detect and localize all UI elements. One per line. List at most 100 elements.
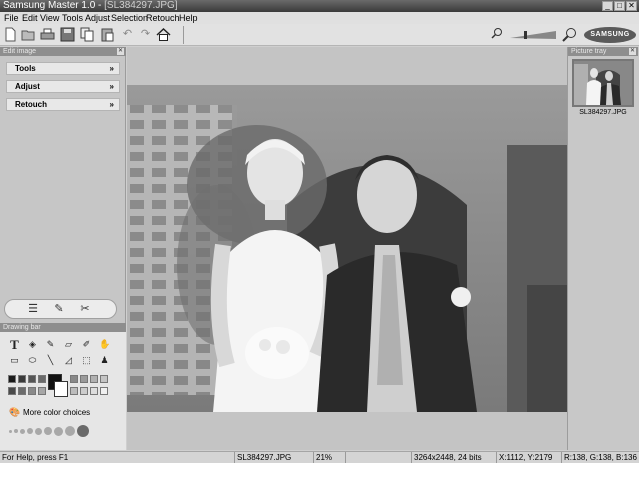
color-swatch[interactable] xyxy=(70,387,78,395)
brush-size-dot[interactable] xyxy=(54,426,63,436)
picture-tray-header: Picture tray ✕ xyxy=(568,47,638,56)
color-swatch[interactable] xyxy=(18,387,26,395)
color-swatch[interactable] xyxy=(8,375,16,383)
menu-view[interactable]: View xyxy=(40,12,59,24)
brush-size-dot[interactable] xyxy=(14,429,18,433)
color-swatch[interactable] xyxy=(100,375,108,383)
brush-size-dot[interactable] xyxy=(20,428,25,434)
left-panel: Edit image ✕ Tools » Adjust » Retouch » … xyxy=(0,47,126,450)
color-swatch[interactable] xyxy=(70,375,78,383)
menu-adjust[interactable]: Adjust xyxy=(85,12,110,24)
close-button[interactable]: ✕ xyxy=(626,1,637,11)
chevron-down-icon: » xyxy=(109,100,114,109)
maximize-button[interactable]: □ xyxy=(614,1,625,11)
save-icon[interactable] xyxy=(60,27,75,42)
color-swatch[interactable] xyxy=(90,387,98,395)
status-filename: SL384297.JPG xyxy=(234,452,312,463)
palette-icon: 🎨 xyxy=(9,407,21,417)
bottom-area xyxy=(0,463,639,478)
close-panel-icon[interactable]: ✕ xyxy=(629,48,636,55)
brush-tool-icon[interactable]: ✎ xyxy=(45,339,56,350)
brush-size-dot[interactable] xyxy=(27,428,33,434)
color-swatch[interactable] xyxy=(38,387,46,395)
pencil-tool-icon[interactable]: ✐ xyxy=(81,339,92,350)
zoom-out-icon[interactable] xyxy=(489,27,504,42)
fill-tool-icon[interactable]: ◈ xyxy=(27,339,38,350)
brush-size-dot[interactable] xyxy=(77,425,89,437)
app-window: Samsung Master 1.0 - [SL384297.JPG] _ □ … xyxy=(0,0,639,478)
menu-tools[interactable]: Tools xyxy=(62,12,83,24)
status-coordinates: X:1112, Y:2179 xyxy=(496,452,560,463)
section-retouch-label: Retouch xyxy=(15,100,47,109)
open-icon[interactable] xyxy=(21,27,36,42)
tray-thumbnail[interactable] xyxy=(572,59,634,107)
crop-mode-icon[interactable]: ✂ xyxy=(77,302,93,316)
list-view-icon[interactable]: ☰ xyxy=(25,302,41,316)
drawing-panel: Drawing bar T ◈ ✎ ▱ ✐ ✋ ▭ ⬭ ╲ ◿ ⬚ ♟ 🎨 Mo… xyxy=(0,323,126,450)
brush-size-dot[interactable] xyxy=(35,427,42,435)
zoom-in-icon[interactable] xyxy=(562,27,577,42)
picture-tray-panel: Picture tray ✕ SL384297.JPG xyxy=(567,47,639,450)
color-swatch[interactable] xyxy=(100,387,108,395)
section-adjust-label: Adjust xyxy=(15,82,40,91)
section-retouch[interactable]: Retouch » xyxy=(6,98,120,111)
menu-selection[interactable]: Selection xyxy=(111,12,148,24)
paste-icon[interactable] xyxy=(100,27,115,42)
copy-icon[interactable] xyxy=(80,27,95,42)
background-color-swatch[interactable] xyxy=(54,381,68,397)
close-panel-icon[interactable]: ✕ xyxy=(117,48,124,55)
stamp-tool-icon[interactable]: ♟ xyxy=(99,355,110,366)
ellipse-tool-icon[interactable]: ⬭ xyxy=(27,355,38,366)
color-swatch[interactable] xyxy=(18,375,26,383)
status-zoom: 21% xyxy=(313,452,344,463)
print-icon[interactable] xyxy=(40,27,55,42)
new-icon[interactable] xyxy=(3,27,18,42)
toolbar: ↶ ↷ SAMSUNG xyxy=(0,24,639,46)
edit-mode-icon[interactable]: ✎ xyxy=(51,302,67,316)
brush-size-dot[interactable] xyxy=(44,427,52,435)
menu-retouch[interactable]: Retouch xyxy=(146,12,180,24)
select-tool-icon[interactable]: ⬚ xyxy=(81,355,92,366)
menu-bar: File Edit View Tools Adjust Selection Re… xyxy=(0,12,639,24)
status-empty xyxy=(345,452,410,463)
menu-file[interactable]: File xyxy=(4,12,19,24)
menu-help[interactable]: Help xyxy=(179,12,198,24)
file-title: [SL384297.JPG] xyxy=(104,0,178,11)
undo-icon[interactable]: ↶ xyxy=(120,27,135,42)
eraser-tool-icon[interactable]: ▱ xyxy=(63,339,74,350)
brush-size-dot[interactable] xyxy=(9,429,12,433)
drawing-bar-title: Drawing bar xyxy=(3,324,41,331)
text-tool-icon[interactable]: T xyxy=(9,338,20,351)
chevron-down-icon: » xyxy=(109,64,114,73)
rectangle-tool-icon[interactable]: ▭ xyxy=(9,355,20,366)
section-tools[interactable]: Tools » xyxy=(6,62,120,75)
title-bar: Samsung Master 1.0 - [SL384297.JPG] _ □ … xyxy=(0,0,639,12)
section-adjust[interactable]: Adjust » xyxy=(6,80,120,93)
redo-icon[interactable]: ↷ xyxy=(138,27,153,42)
color-swatch[interactable] xyxy=(28,387,36,395)
hand-tool-icon[interactable]: ✋ xyxy=(99,339,110,350)
home-icon[interactable] xyxy=(156,27,171,42)
color-swatch[interactable] xyxy=(80,387,88,395)
minimize-button[interactable]: _ xyxy=(602,1,613,11)
thumbnail-filename: SL384297.JPG xyxy=(579,109,627,116)
polygon-tool-icon[interactable]: ◿ xyxy=(63,355,74,366)
line-tool-icon[interactable]: ╲ xyxy=(45,355,56,366)
zoom-slider[interactable] xyxy=(510,31,556,39)
image-canvas[interactable] xyxy=(127,47,567,450)
toolbar-separator xyxy=(183,26,184,44)
color-swatch[interactable] xyxy=(8,387,16,395)
samsung-logo: SAMSUNG xyxy=(584,27,636,43)
status-bar: For Help, press F1 SL384297.JPG 21% 3264… xyxy=(0,451,639,463)
menu-edit[interactable]: Edit xyxy=(22,12,38,24)
color-swatch[interactable] xyxy=(90,375,98,383)
mode-bar: ☰ ✎ ✂ xyxy=(4,299,117,319)
color-swatch[interactable] xyxy=(28,375,36,383)
drawing-bar-header: Drawing bar xyxy=(0,323,126,332)
brush-size-dot[interactable] xyxy=(65,426,75,436)
color-swatch[interactable] xyxy=(80,375,88,383)
more-color-choices-link[interactable]: More color choices xyxy=(23,408,90,417)
color-swatch[interactable] xyxy=(38,375,46,383)
status-dimensions: 3264x2448, 24 bits xyxy=(411,452,495,463)
section-tools-label: Tools xyxy=(15,64,36,73)
